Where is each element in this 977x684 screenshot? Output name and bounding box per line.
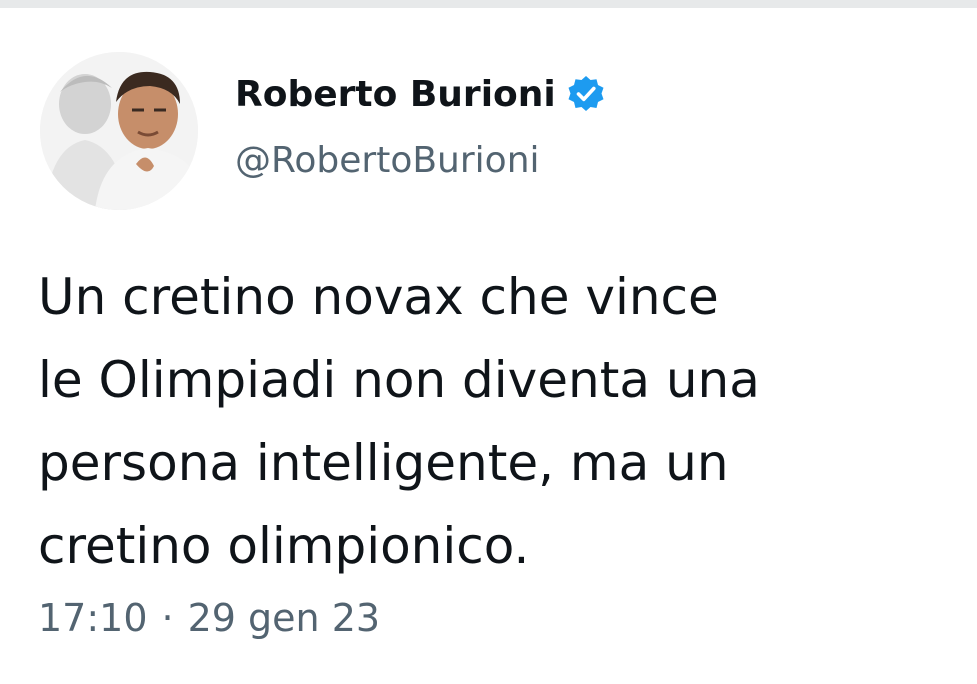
tweet-text: Un cretino novax che vince le Olimpiadi …	[38, 256, 958, 588]
profile-photo-icon	[40, 52, 198, 210]
verified-badge-icon	[566, 74, 606, 114]
tweet-timestamp[interactable]: 17:10 · 29 gen 23	[38, 596, 380, 640]
user-handle[interactable]: @RobertoBurioni	[235, 140, 540, 181]
tweet-text-line: le Olimpiadi non diventa una	[38, 351, 760, 409]
tweet-text-line: Un cretino novax che vince	[38, 268, 719, 326]
tweet-date: 29 gen 23	[187, 596, 381, 640]
meta-separator: ·	[161, 596, 174, 640]
tweet-time: 17:10	[38, 596, 148, 640]
tweet-text-line: cretino olimpionico.	[38, 517, 530, 575]
avatar[interactable]	[40, 52, 198, 210]
display-name[interactable]: Roberto Burioni	[235, 74, 556, 115]
tweet-text-line: persona intelligente, ma un	[38, 434, 729, 492]
top-divider	[0, 0, 977, 8]
name-row: Roberto Burioni	[235, 66, 606, 122]
